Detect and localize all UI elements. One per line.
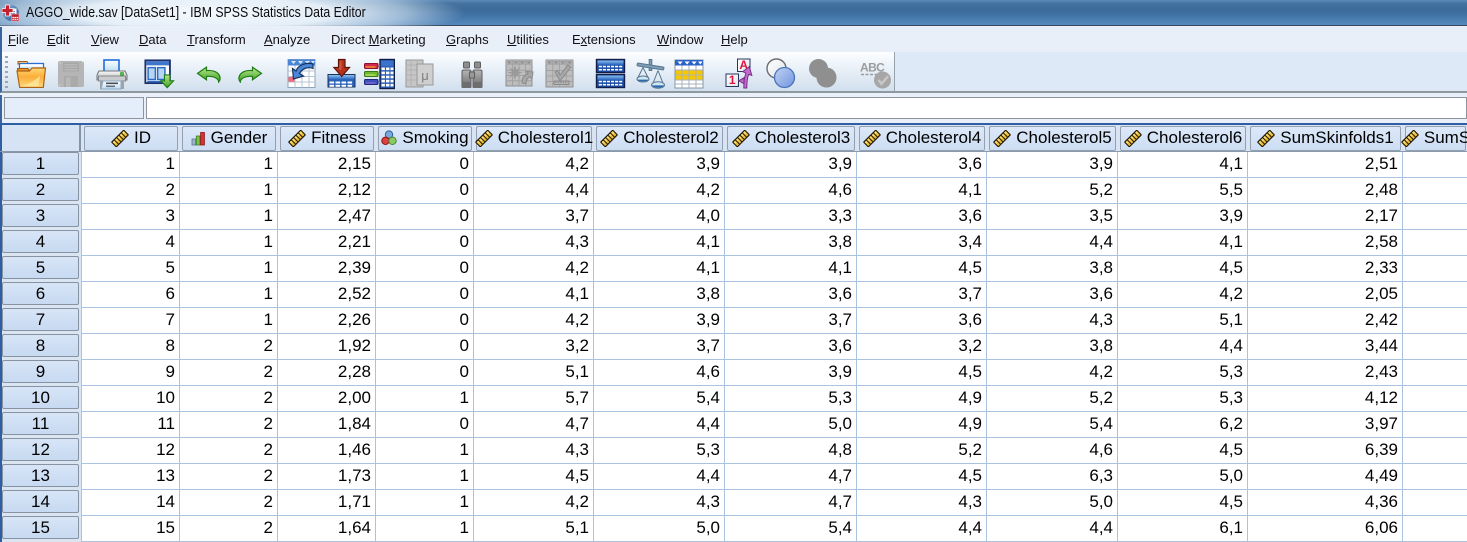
- svg-text:1: 1: [729, 73, 736, 87]
- svg-text:μ: μ: [421, 68, 429, 83]
